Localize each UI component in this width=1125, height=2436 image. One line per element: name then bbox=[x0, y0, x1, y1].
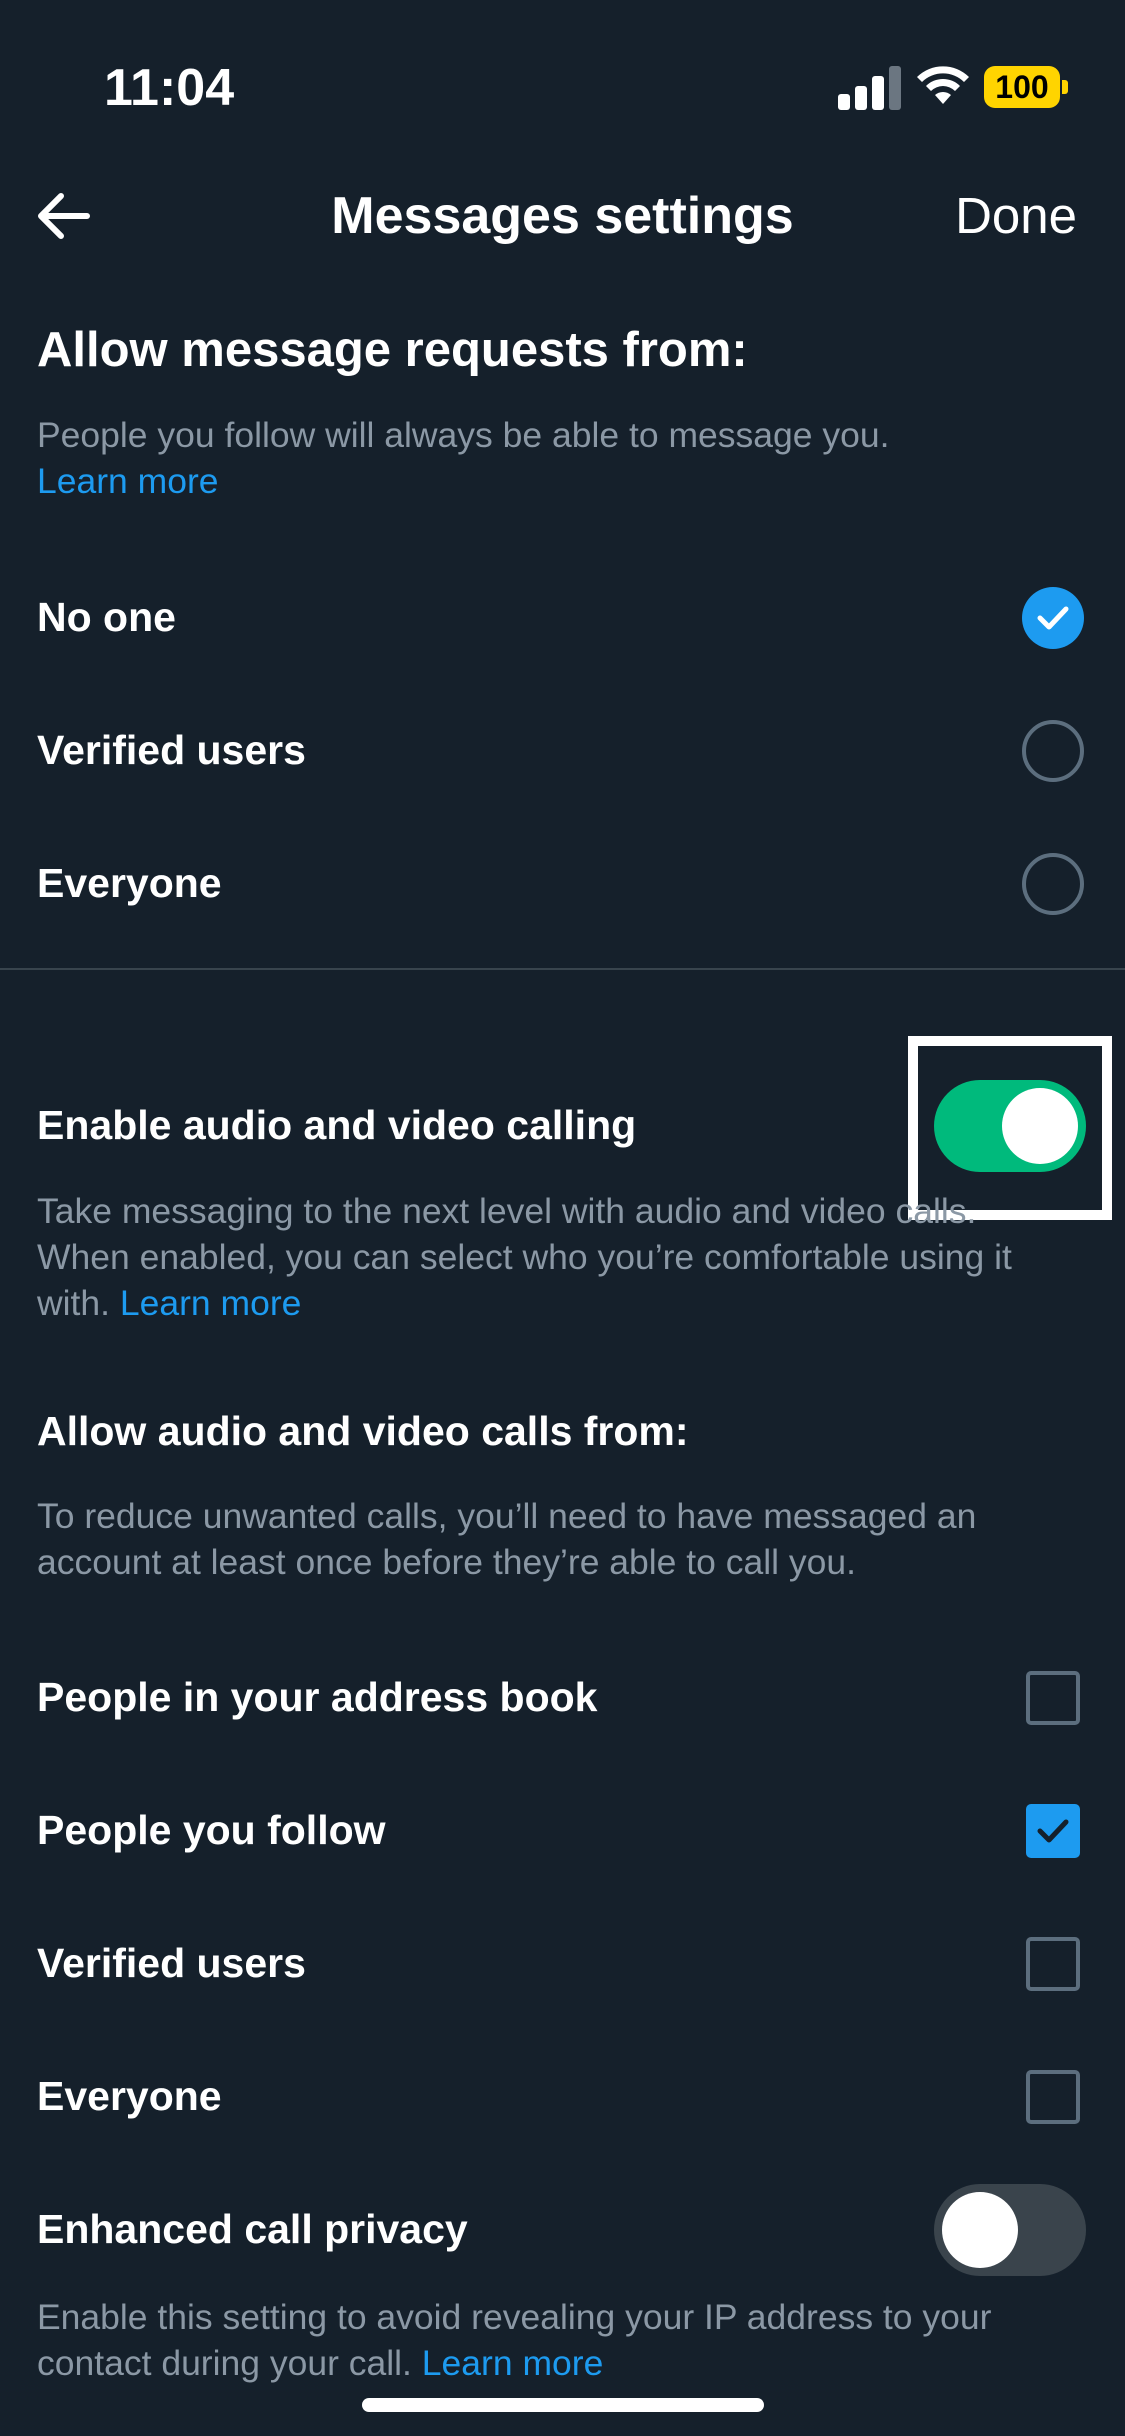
radio-no-one[interactable] bbox=[1022, 587, 1084, 649]
battery-icon: 100 bbox=[984, 66, 1068, 108]
calling-description: Take messaging to the next level with au… bbox=[37, 1191, 1012, 1323]
calls-from-title: Allow audio and video calls from: bbox=[37, 1408, 689, 1454]
option-verified-users-calls-label[interactable]: Verified users bbox=[37, 1940, 306, 1987]
checkbox-people-you-follow[interactable] bbox=[1026, 1804, 1080, 1858]
learn-more-link[interactable]: Learn more bbox=[37, 461, 219, 501]
check-icon bbox=[1037, 606, 1069, 630]
enhanced-privacy-toggle[interactable] bbox=[934, 2184, 1086, 2276]
option-address-book-label[interactable]: People in your address book bbox=[37, 1674, 597, 1721]
option-everyone-calls-label[interactable]: Everyone bbox=[37, 2073, 222, 2120]
status-time: 11:04 bbox=[104, 59, 235, 117]
section-divider bbox=[0, 968, 1125, 970]
option-everyone-label[interactable]: Everyone bbox=[37, 860, 222, 907]
option-people-you-follow-label[interactable]: People you follow bbox=[37, 1807, 386, 1854]
check-icon bbox=[1037, 1819, 1069, 1843]
learn-more-link[interactable]: Learn more bbox=[422, 2343, 604, 2383]
enhanced-privacy-description: Enable this setting to avoid revealing y… bbox=[37, 2297, 992, 2383]
calling-title: Enable audio and video calling bbox=[37, 1102, 637, 1148]
calls-from-description: To reduce unwanted calls, you’ll need to… bbox=[37, 1496, 977, 1582]
wifi-icon bbox=[916, 62, 970, 106]
option-no-one-label[interactable]: No one bbox=[37, 594, 176, 641]
checkbox-verified-users[interactable] bbox=[1026, 1937, 1080, 1991]
signal-icon bbox=[838, 66, 902, 110]
message-requests-description: People you follow will always be able to… bbox=[37, 415, 890, 501]
battery-level: 100 bbox=[984, 66, 1060, 108]
checkbox-address-book[interactable] bbox=[1026, 1671, 1080, 1725]
radio-everyone[interactable] bbox=[1022, 853, 1084, 915]
done-button[interactable]: Done bbox=[955, 186, 1077, 245]
enhanced-privacy-title: Enhanced call privacy bbox=[37, 2206, 468, 2252]
option-verified-users-label[interactable]: Verified users bbox=[37, 727, 306, 774]
learn-more-link[interactable]: Learn more bbox=[120, 1283, 302, 1323]
home-indicator[interactable] bbox=[362, 2398, 764, 2412]
checkbox-everyone[interactable] bbox=[1026, 2070, 1080, 2124]
toggle-knob bbox=[942, 2192, 1018, 2268]
radio-verified-users[interactable] bbox=[1022, 720, 1084, 782]
message-requests-title: Allow message requests from: bbox=[37, 323, 748, 377]
